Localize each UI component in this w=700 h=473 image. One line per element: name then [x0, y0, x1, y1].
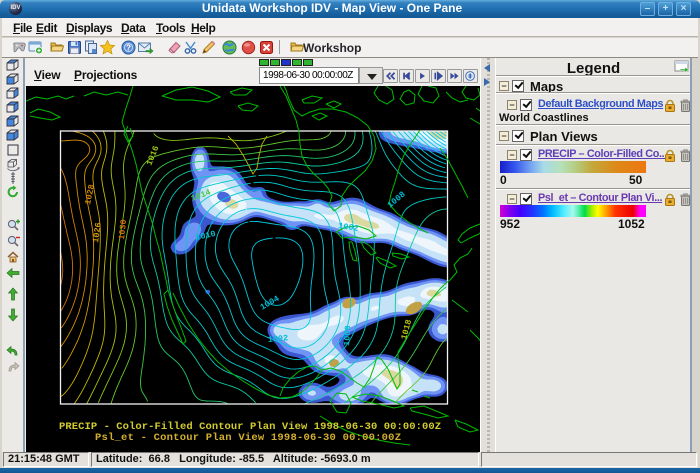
- svg-text:1026: 1026: [91, 222, 104, 244]
- svg-text:1004: 1004: [259, 294, 282, 313]
- svg-text:1008: 1008: [342, 325, 353, 346]
- svg-text:1016: 1016: [145, 144, 162, 167]
- svg-text:1008: 1008: [386, 190, 408, 211]
- svg-text:1030: 1030: [117, 219, 129, 240]
- svg-text:Psl_et - Contour Plan View 199: Psl_et - Contour Plan View 1998-06-30 00…: [95, 432, 401, 444]
- svg-text:1002: 1002: [267, 333, 288, 345]
- svg-text:?: ?: [126, 44, 131, 53]
